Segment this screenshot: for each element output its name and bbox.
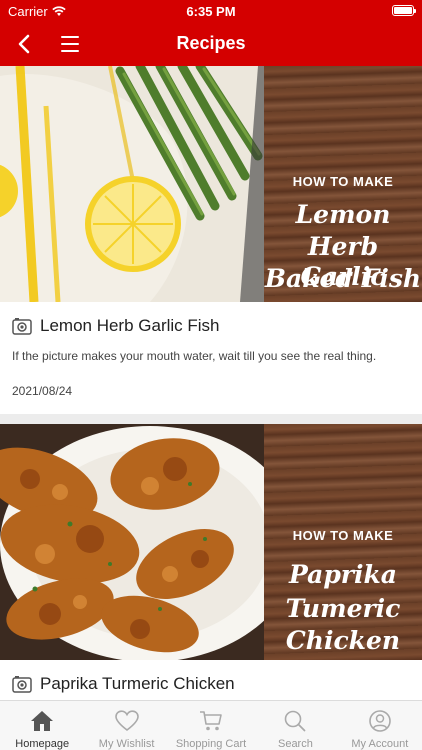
page-title: Recipes <box>176 33 246 53</box>
recipe-card-body: Paprika Turmeric Chicken <box>0 660 422 700</box>
tab-search[interactable]: Search <box>253 701 337 750</box>
recipe-title-row: Lemon Herb Garlic Fish <box>12 316 410 336</box>
tab-my-wishlist[interactable]: My Wishlist <box>84 701 168 750</box>
tab-label: My Account <box>351 738 409 750</box>
tab-label: Search <box>277 738 313 750</box>
tab-homepage[interactable]: Homepage <box>0 701 84 750</box>
wood-caption-panel: HOW TO MAKE Paprika Tumeric Chicken <box>264 424 422 660</box>
caption-line-1: Paprika <box>289 560 397 589</box>
recipe-title-row: Paprika Turmeric Chicken <box>12 674 410 694</box>
recipe-description: If the picture makes your mouth water, w… <box>12 349 377 363</box>
caption-line-2: Tumeric <box>285 594 401 623</box>
clock: 6:35 PM <box>186 4 236 19</box>
recipe-date: 2021/08/24 <box>12 384 73 398</box>
tab-shopping-cart[interactable]: Shopping Cart <box>169 701 253 750</box>
tab-bar: Homepage My Wishlist Shopping Cart Searc… <box>0 700 422 750</box>
chicken-photo <box>0 424 300 660</box>
tab-my-account[interactable]: My Account <box>338 701 422 750</box>
recipe-card[interactable]: HOW TO MAKE Paprika Tumeric Chicken Papr… <box>0 424 422 700</box>
camera-icon <box>12 676 32 693</box>
recipe-title[interactable]: Paprika Turmeric Chicken <box>40 674 235 694</box>
account-icon <box>368 709 392 732</box>
wood-caption-panel: HOW TO MAKE Lemon Herb Garlic Baked Fish <box>264 66 422 302</box>
recipe-title[interactable]: Lemon Herb Garlic Fish <box>40 316 220 336</box>
status-bar: Carrier 6:35 PM <box>0 0 422 22</box>
recipe-feed[interactable]: HOW TO MAKE Lemon Herb Garlic Baked Fish… <box>0 66 422 700</box>
recipe-card-body: Lemon Herb Garlic Fish If the picture ma… <box>0 302 422 414</box>
battery-icon <box>392 5 416 16</box>
cart-icon <box>199 709 223 732</box>
caption-how-to: HOW TO MAKE <box>292 174 394 189</box>
heart-icon <box>114 709 139 732</box>
nav-bar: Recipes <box>0 22 422 66</box>
fish-photo <box>0 66 270 302</box>
caption-line-3: Baked Fish <box>264 264 422 293</box>
caption-line-1: Lemon <box>295 200 391 229</box>
search-icon <box>283 709 307 732</box>
home-icon <box>30 709 54 732</box>
recipe-image[interactable]: HOW TO MAKE Lemon Herb Garlic Baked Fish <box>0 66 422 302</box>
tab-label: My Wishlist <box>98 738 155 750</box>
recipe-card[interactable]: HOW TO MAKE Lemon Herb Garlic Baked Fish… <box>0 66 422 414</box>
caption-line-3: Chicken <box>285 626 401 655</box>
caption-how-to: HOW TO MAKE <box>292 528 394 543</box>
recipe-image[interactable]: HOW TO MAKE Paprika Tumeric Chicken <box>0 424 422 660</box>
camera-icon <box>12 318 32 335</box>
tab-label: Homepage <box>15 738 70 750</box>
tab-label: Shopping Cart <box>175 738 247 750</box>
